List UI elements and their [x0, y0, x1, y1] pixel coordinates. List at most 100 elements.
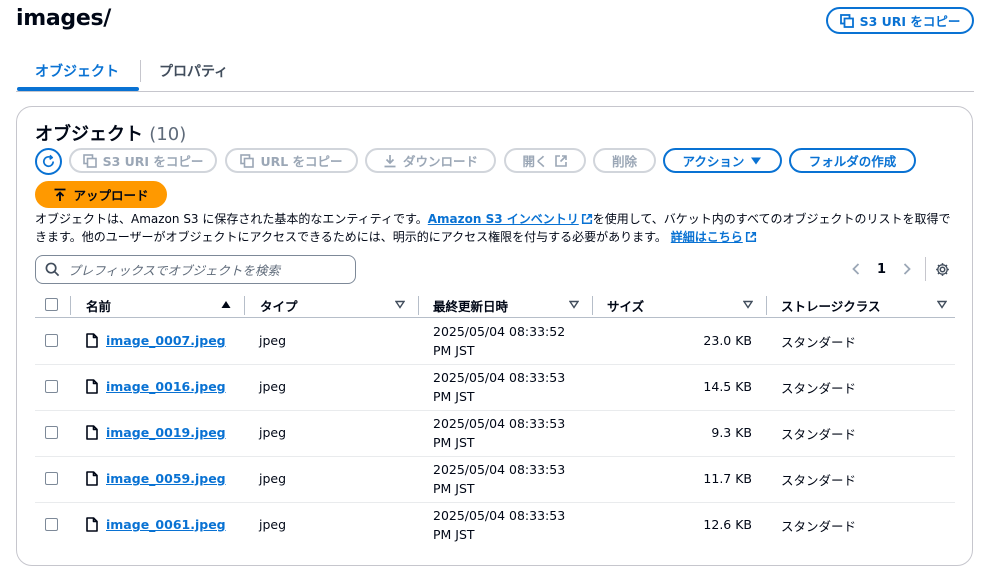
object-count: (10)	[149, 124, 187, 145]
column-separator	[244, 296, 245, 315]
sort-icon[interactable]	[569, 300, 579, 309]
column-separator	[418, 296, 419, 315]
row-checkbox[interactable]	[45, 472, 58, 485]
search-placeholder: プレフィックスでオブジェクトを検索	[68, 263, 280, 278]
object-modified-date: 2025/05/04 08:33:52	[433, 324, 566, 339]
actions-dropdown[interactable]: アクション	[663, 148, 782, 173]
row-checkbox[interactable]	[45, 334, 58, 347]
tab-properties[interactable]: プロパティ	[159, 61, 228, 81]
object-storage-class: スタンダード	[781, 519, 857, 534]
next-page-button[interactable]	[901, 262, 913, 276]
row-checkbox[interactable]	[45, 518, 58, 531]
refresh-button[interactable]	[35, 148, 62, 175]
row-divider	[35, 456, 955, 457]
object-name-link[interactable]: image_0059.jpeg	[106, 471, 226, 486]
object-modified-date: 2025/05/04 08:33:53	[433, 508, 566, 523]
gear-icon	[936, 263, 949, 276]
object-name-link[interactable]: image_0016.jpeg	[106, 379, 226, 394]
object-type: jpeg	[259, 425, 287, 440]
file-icon	[86, 379, 98, 394]
copy-s3-uri-button[interactable]: S3 URI をコピー	[69, 148, 217, 173]
copy-url-button-label: URL をコピー	[260, 154, 343, 169]
object-name-link[interactable]: image_0019.jpeg	[106, 425, 226, 440]
delete-button[interactable]: 削除	[593, 148, 656, 173]
object-type: jpeg	[259, 517, 287, 532]
column-header-name[interactable]: 名前	[86, 296, 111, 314]
create-folder-button[interactable]: フォルダの作成	[789, 148, 916, 173]
select-all-checkbox[interactable]	[45, 298, 58, 311]
object-modified-date: 2025/05/04 08:33:53	[433, 416, 566, 431]
column-header-type[interactable]: タイプ	[260, 296, 298, 314]
object-storage-class: スタンダード	[781, 381, 857, 396]
copy-icon	[240, 153, 255, 168]
open-button[interactable]: 開く	[504, 148, 586, 173]
object-name-link[interactable]: image_0007.jpeg	[106, 333, 226, 348]
copy-s3-uri-label: S3 URI をコピー	[859, 14, 961, 29]
panel-title-text: オブジェクト	[35, 124, 143, 145]
column-header-last-modified[interactable]: 最終更新日時	[433, 296, 508, 314]
object-storage-class: スタンダード	[781, 427, 857, 442]
description-text-1: オブジェクトは、Amazon S3 に保存された基本的なエンティティです。	[35, 212, 428, 226]
object-storage-class: スタンダード	[781, 335, 857, 350]
current-page[interactable]: 1	[877, 262, 886, 277]
file-icon	[86, 517, 98, 532]
caret-down-icon	[750, 156, 762, 166]
object-modified-tz: PM JST	[433, 389, 475, 404]
object-storage-class: スタンダード	[781, 473, 857, 488]
upload-icon	[53, 188, 67, 202]
copy-url-button[interactable]: URL をコピー	[225, 148, 358, 173]
inventory-link-text: Amazon S3 インベントリ	[427, 212, 579, 226]
table-settings-button[interactable]	[935, 262, 950, 277]
delete-button-label: 削除	[611, 154, 637, 169]
tab-divider	[140, 60, 141, 82]
create-folder-button-label: フォルダの作成	[808, 154, 897, 169]
learn-more-link[interactable]: 詳細はこちら	[671, 230, 757, 244]
sort-icon[interactable]	[937, 300, 947, 309]
chevron-right-icon	[903, 263, 911, 275]
copy-s3-uri-button-label: S3 URI をコピー	[102, 154, 204, 169]
objects-description: オブジェクトは、Amazon S3 に保存された基本的なエンティティです。Ama…	[35, 210, 953, 246]
column-separator	[70, 296, 71, 315]
column-header-storage-class[interactable]: ストレージクラス	[781, 296, 881, 314]
upload-button[interactable]: アップロード	[35, 181, 167, 208]
prev-page-button[interactable]	[850, 262, 862, 276]
object-size: 9.3 KB	[711, 425, 752, 440]
external-link-icon	[554, 154, 568, 168]
object-modified-date: 2025/05/04 08:33:53	[433, 462, 566, 477]
search-icon	[45, 262, 60, 277]
row-divider	[35, 502, 955, 503]
download-button[interactable]: ダウンロード	[365, 148, 496, 173]
tab-objects[interactable]: オブジェクト	[35, 61, 119, 81]
sort-icon[interactable]	[395, 300, 405, 309]
panel-title: オブジェクト (10)	[35, 120, 186, 146]
refresh-icon	[41, 154, 56, 169]
object-modified-date: 2025/05/04 08:33:53	[433, 370, 566, 385]
row-checkbox[interactable]	[45, 426, 58, 439]
inventory-link[interactable]: Amazon S3 インベントリ	[428, 212, 593, 226]
object-size: 11.7 KB	[703, 471, 752, 486]
file-icon	[86, 333, 98, 348]
page-title: images/	[16, 6, 112, 31]
object-size: 12.6 KB	[703, 517, 752, 532]
pagination-divider	[925, 257, 926, 281]
sort-icon[interactable]	[743, 300, 753, 309]
download-button-label: ダウンロード	[402, 154, 478, 169]
object-size: 23.0 KB	[703, 333, 752, 348]
object-type: jpeg	[259, 471, 287, 486]
download-icon	[383, 154, 397, 168]
object-modified-tz: PM JST	[433, 435, 475, 450]
column-header-size[interactable]: サイズ	[607, 296, 644, 314]
object-type: jpeg	[259, 333, 287, 348]
actions-dropdown-label: アクション	[682, 154, 745, 169]
row-checkbox[interactable]	[45, 380, 58, 393]
object-name-link[interactable]: image_0061.jpeg	[106, 517, 226, 532]
object-type: jpeg	[259, 379, 287, 394]
copy-icon	[839, 13, 854, 28]
chevron-left-icon	[852, 263, 860, 275]
copy-s3-uri-header-button[interactable]: S3 URI をコピー	[826, 7, 974, 34]
object-search-input[interactable]: プレフィックスでオブジェクトを検索	[35, 255, 356, 284]
row-divider	[35, 364, 955, 365]
upload-button-label: アップロード	[73, 188, 149, 203]
external-link-icon	[581, 213, 593, 225]
sort-ascending-icon[interactable]	[221, 300, 231, 309]
